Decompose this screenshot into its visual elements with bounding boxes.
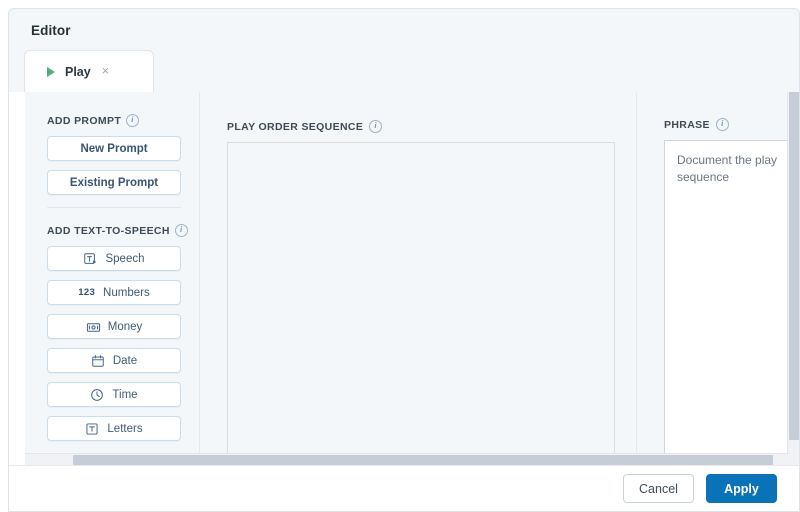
horizontal-scrollbar-thumb[interactable]: [73, 455, 773, 465]
vertical-scrollbar-thumb[interactable]: [789, 92, 799, 440]
sidebar-divider: [47, 207, 181, 208]
phrase-panel: PHRASE Document the play sequence: [638, 92, 789, 475]
info-icon[interactable]: [174, 224, 188, 237]
speech-button[interactable]: Speech: [47, 246, 181, 271]
existing-prompt-label: Existing Prompt: [69, 176, 159, 189]
time-button[interactable]: Time: [47, 382, 181, 407]
letter-t-icon: [85, 422, 99, 436]
calendar-icon: [91, 354, 105, 368]
letters-label: Letters: [107, 422, 143, 435]
cancel-button[interactable]: Cancel: [623, 474, 694, 503]
editor-body: ADD PROMPT New Prompt Existing Prompt AD…: [9, 92, 799, 475]
play-order-sequence-header: PLAY ORDER SEQUENCE: [227, 120, 636, 133]
horizontal-scrollbar[interactable]: [25, 453, 789, 465]
dialog-title: Editor: [31, 23, 71, 38]
money-button[interactable]: Money: [47, 314, 181, 339]
section-title-add-tts: ADD TEXT-TO-SPEECH: [47, 224, 170, 237]
numbers-123-icon: 123: [78, 287, 96, 298]
tab-play[interactable]: Play ×: [24, 50, 154, 92]
new-prompt-button[interactable]: New Prompt: [47, 136, 181, 161]
vertical-scrollbar[interactable]: [787, 92, 799, 475]
clock-icon: [90, 388, 104, 402]
numbers-button[interactable]: 123 Numbers: [47, 280, 181, 305]
phrase-input[interactable]: Document the play sequence: [664, 140, 789, 460]
tab-bar: Play ×: [9, 50, 799, 93]
money-label: Money: [107, 320, 143, 333]
info-icon[interactable]: [715, 118, 729, 131]
tab-play-label: Play: [65, 64, 91, 79]
section-header-add-prompt: ADD PROMPT: [47, 114, 199, 127]
play-order-sequence-title: PLAY ORDER SEQUENCE: [227, 120, 364, 133]
info-icon[interactable]: [126, 114, 140, 127]
phrase-title: PHRASE: [664, 118, 710, 131]
editor-dialog: Editor Play × ADD PROMPT New Prompt: [8, 8, 800, 512]
text-speech-icon: [83, 252, 97, 266]
money-banknote-icon: [86, 320, 100, 334]
new-prompt-label: New Prompt: [80, 142, 148, 155]
play-triangle-icon: [47, 66, 55, 77]
section-title-add-prompt: ADD PROMPT: [47, 114, 122, 127]
info-icon[interactable]: [369, 120, 383, 133]
play-order-sequence-panel: PLAY ORDER SEQUENCE: [201, 92, 637, 475]
apply-button[interactable]: Apply: [706, 474, 777, 503]
date-label: Date: [112, 354, 138, 367]
letters-button[interactable]: Letters: [47, 416, 181, 441]
numbers-label: Numbers: [103, 286, 150, 299]
date-button[interactable]: Date: [47, 348, 181, 373]
time-label: Time: [112, 388, 138, 401]
close-icon[interactable]: ×: [102, 65, 109, 78]
play-order-sequence-dropzone[interactable]: [227, 142, 615, 463]
phrase-header: PHRASE: [664, 118, 789, 131]
speech-label: Speech: [105, 252, 145, 265]
screen: Editor Play × ADD PROMPT New Prompt: [0, 0, 800, 512]
sidebar: ADD PROMPT New Prompt Existing Prompt AD…: [25, 92, 200, 475]
section-header-add-tts: ADD TEXT-TO-SPEECH: [47, 224, 199, 237]
existing-prompt-button[interactable]: Existing Prompt: [47, 170, 181, 195]
dialog-footer: Cancel Apply: [9, 465, 799, 511]
editor-body-inner: ADD PROMPT New Prompt Existing Prompt AD…: [25, 92, 789, 475]
